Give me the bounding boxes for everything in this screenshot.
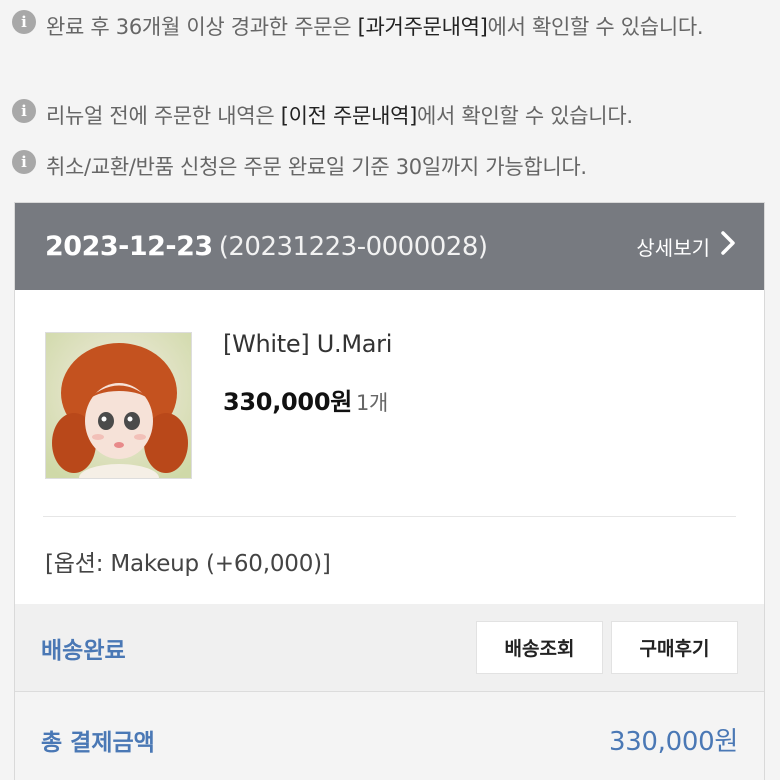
total-value: 330,000원: [608, 727, 738, 757]
product-item[interactable]: [White] U.Mari 330,000원 1개: [43, 290, 736, 517]
product-price-value: 330,000원: [223, 388, 352, 416]
notice-text-part: 에서 확인할 수 있습니다.: [417, 104, 633, 128]
doll-thumbnail-image: [46, 333, 191, 478]
total-label: 총 결제금액: [41, 729, 155, 756]
notice-item: i 완료 후 36개월 이상 경과한 주문은 [과거주문내역]에서 확인할 수 …: [12, 6, 762, 48]
info-icon: i: [12, 99, 36, 123]
delivery-status: 배송완료: [41, 637, 126, 664]
notice-text: 취소/교환/반품 신청은 주문 완료일 기준 30일까지 가능합니다.: [46, 155, 587, 179]
past-orders-link[interactable]: [과거주문내역]: [358, 15, 488, 39]
info-icon: i: [12, 10, 36, 34]
track-delivery-button[interactable]: 배송조회: [476, 621, 603, 674]
notice-text-part: 완료 후 36개월 이상 경과한 주문은: [46, 15, 358, 39]
order-header: 2023-12-23 (20231223-0000028) 상세보기: [15, 203, 764, 290]
order-detail-link[interactable]: 상세보기: [636, 230, 736, 263]
notice-text: 리뉴얼 전에 주문한 내역은 [이전 주문내역]에서 확인할 수 있습니다.: [46, 95, 633, 137]
notice-item: i 취소/교환/반품 신청은 주문 완료일 기준 30일까지 가능합니다.: [12, 146, 762, 188]
order-date: 2023-12-23: [45, 231, 213, 262]
product-thumbnail[interactable]: [45, 332, 192, 479]
order-number: (20231223-0000028): [218, 232, 488, 262]
order-card: 2023-12-23 (20231223-0000028) 상세보기 [Whit…: [14, 202, 765, 780]
product-option: [옵션: Makeup (+60,000)]: [45, 550, 331, 577]
order-actions: 배송조회 구매후기: [468, 621, 738, 674]
previous-orders-link[interactable]: [이전 주문내역]: [281, 104, 418, 128]
notice-text-part: 리뉴얼 전에 주문한 내역은: [46, 104, 281, 128]
product-quantity: 1개: [356, 391, 389, 415]
info-icon: i: [12, 150, 36, 174]
chevron-right-icon: [720, 230, 736, 263]
notice-item: i 리뉴얼 전에 주문한 내역은 [이전 주문내역]에서 확인할 수 있습니다.: [12, 95, 762, 137]
product-price: 330,000원 1개: [223, 382, 388, 417]
notice-text: 완료 후 36개월 이상 경과한 주문은 [과거주문내역]에서 확인할 수 있습…: [46, 6, 704, 48]
write-review-button[interactable]: 구매후기: [611, 621, 738, 674]
product-name[interactable]: [White] U.Mari: [223, 330, 392, 358]
order-heading: 2023-12-23 (20231223-0000028): [45, 231, 488, 262]
order-detail-label: 상세보기: [636, 236, 710, 260]
order-status-row: 배송완료 배송조회 구매후기: [15, 604, 764, 692]
notice-text-part: 에서 확인할 수 있습니다.: [487, 15, 704, 39]
order-total-row: 총 결제금액 330,000원: [15, 692, 764, 780]
